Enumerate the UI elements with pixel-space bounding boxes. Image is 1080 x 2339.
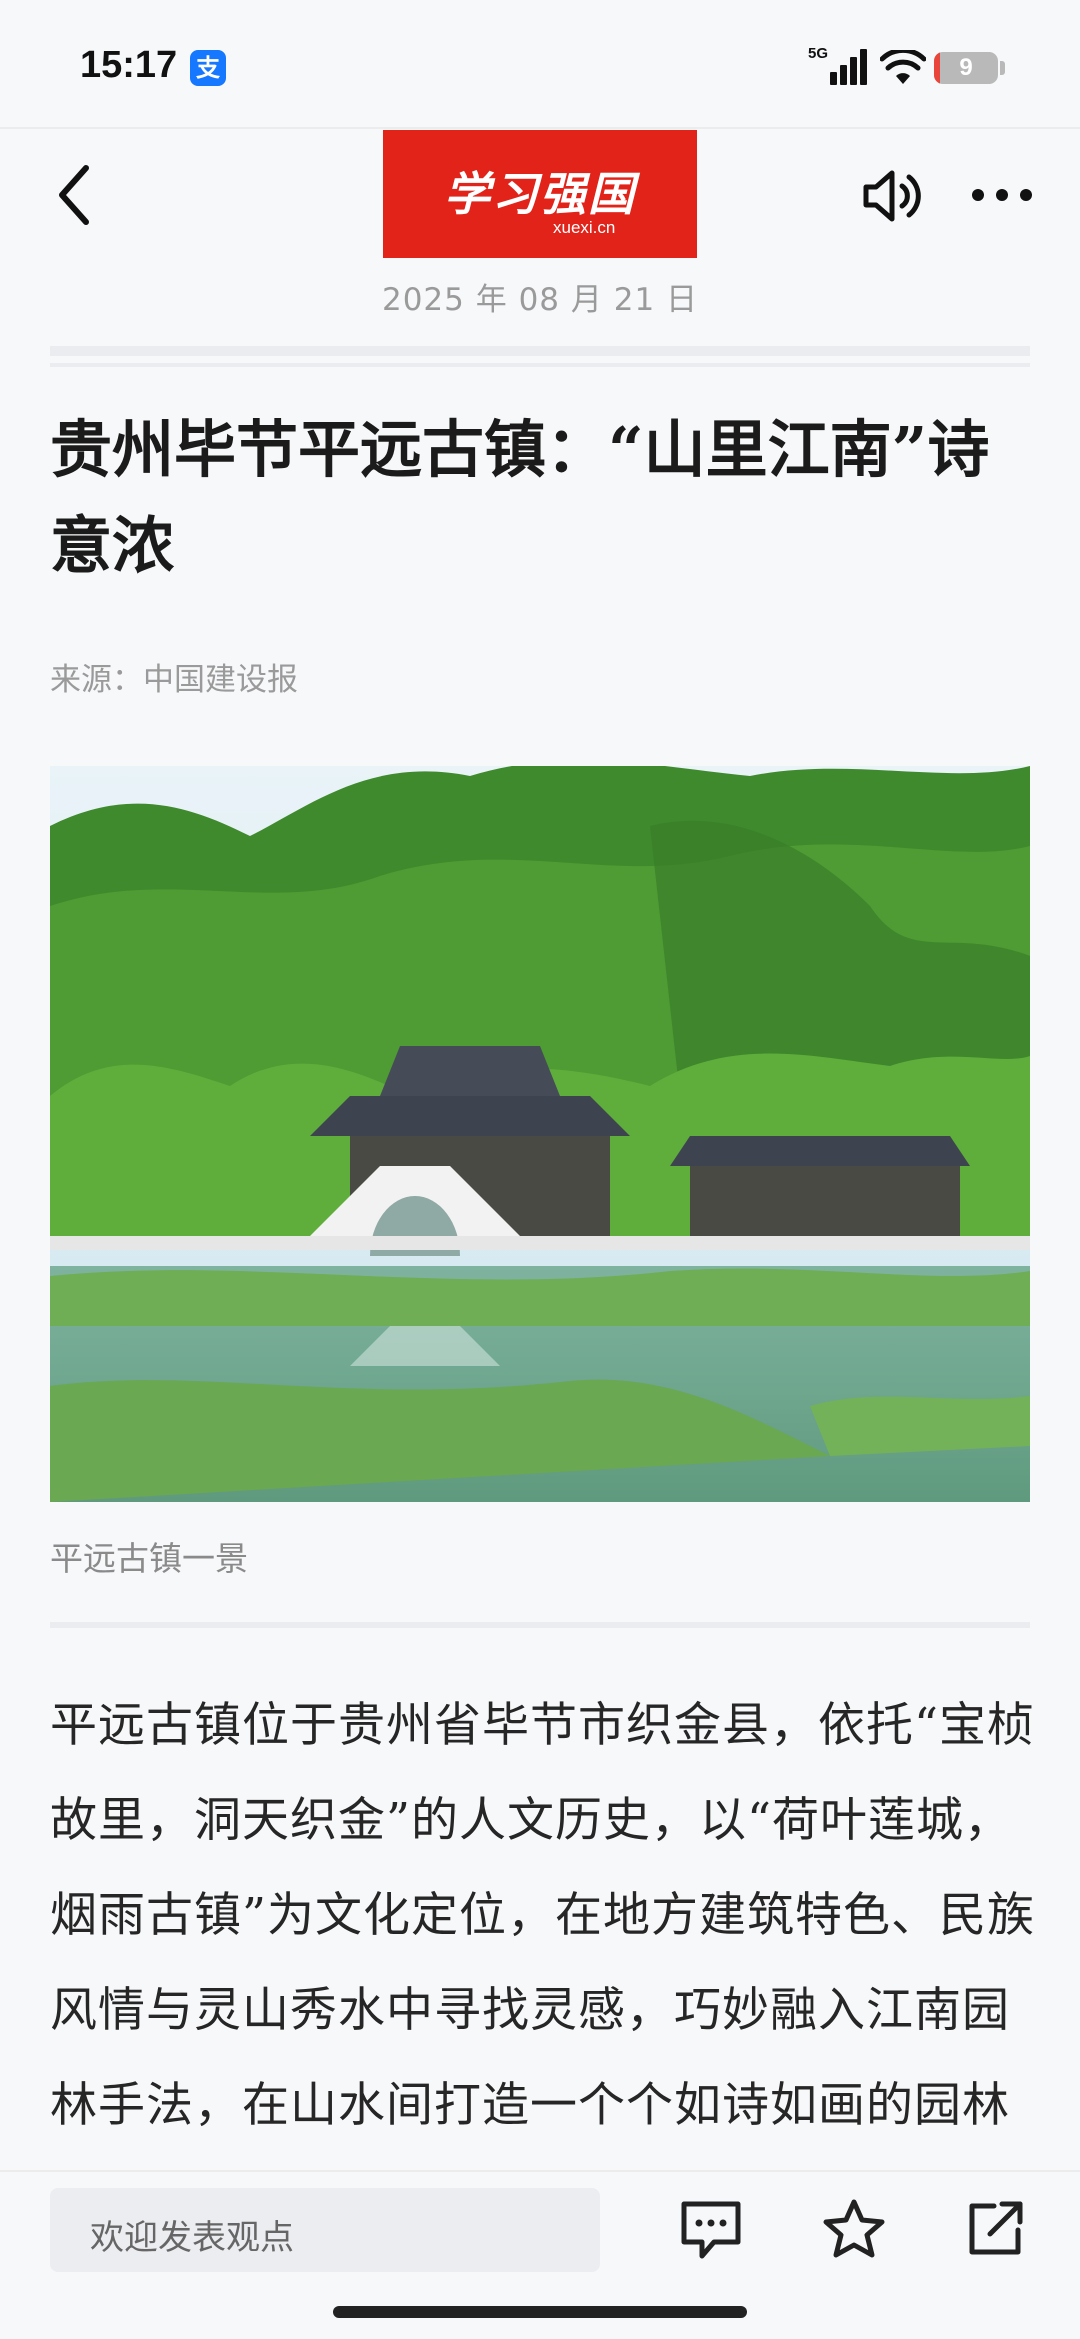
alipay-icon: 支 [190,50,226,86]
divider [50,346,1030,356]
comment-icon [681,2201,741,2259]
divider [50,1622,1030,1628]
wifi-icon [880,50,926,84]
more-button[interactable] [970,180,1034,210]
speaker-icon [863,170,921,222]
xuexi-logo: 学习强国 xuexi.cn [383,130,697,258]
share-button[interactable] [968,2200,1024,2256]
share-icon [969,2201,1023,2255]
more-dots-icon [972,189,1032,201]
battery-level-text: 9 [959,54,973,81]
star-icon [823,2199,885,2258]
divider [50,363,1030,367]
status-bar: 15:17 支 5G 9 [0,0,1080,128]
battery-icon: 9 [934,52,998,84]
comment-placeholder: 欢迎发表观点 [90,2218,294,2258]
image-caption: 平远古镇一景 [50,1539,248,1578]
home-indicator[interactable] [333,2306,747,2318]
back-button[interactable] [50,160,100,230]
logo-domain: xuexi.cn [553,218,616,237]
publish-date: 2025 年 08 月 21 日 [381,282,699,318]
cellular-signal-icon: 5G [808,45,867,85]
comment-input[interactable]: 欢迎发表观点 [50,2188,600,2272]
comment-button[interactable] [680,2200,742,2260]
chevron-left-icon [59,165,89,225]
article-body: 平远古镇位于贵州省毕节市织金县，依托“宝桢故里，洞天织金”的人文历史，以“荷叶莲… [50,1698,1036,2228]
status-time: 15:17 [80,44,178,86]
network-type-label: 5G [808,45,828,62]
battery-tip [1000,61,1005,75]
article-photo[interactable] [50,766,1030,1502]
speaker-button[interactable] [862,168,922,224]
favorite-button[interactable] [822,2198,886,2260]
status-divider [0,127,1080,129]
article-title: 贵州毕节平远古镇：“山里江南”诗意浓 [50,413,990,582]
logo-wordmark: 学习强国 [444,167,636,221]
article-source: 来源：中国建设报 [50,662,298,698]
